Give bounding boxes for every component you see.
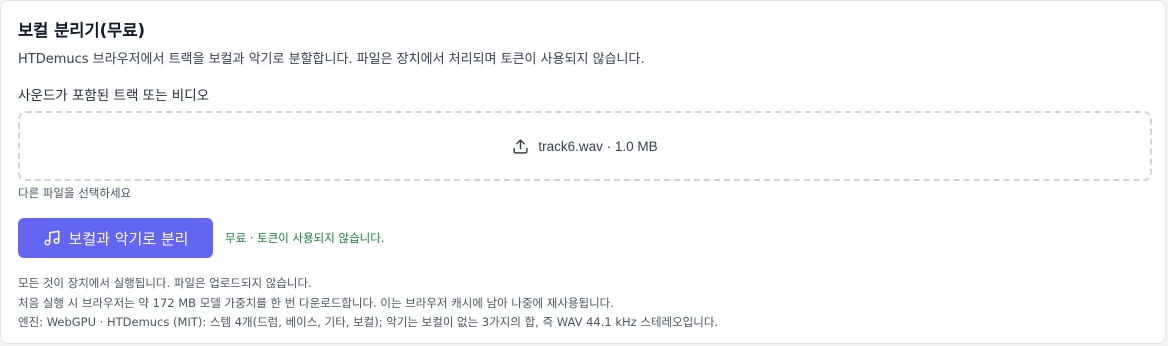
page-title: 보컬 분리기(무료) bbox=[18, 21, 146, 40]
note-local-processing: 모든 것이 장치에서 실행됩니다. 파일은 업로드되지 않습니다. bbox=[18, 276, 312, 290]
file-dropzone[interactable]: track6.wav · 1.0 MB bbox=[18, 111, 1152, 181]
separate-button-label: 보컬과 악기로 분리 bbox=[68, 229, 189, 248]
note-model-download: 처음 실행 시 브라우저는 약 172 MB 모델 가중치를 한 번 다운로드합… bbox=[18, 295, 614, 310]
vocal-separator-card: 보컬 분리기(무료) HTDemucs 브라우저에서 트랙을 보컬과 악기로 분… bbox=[0, 0, 1166, 344]
status-text: 무료 · 토큰이 사용되지 않습니다. bbox=[225, 231, 385, 245]
music-note-icon bbox=[43, 229, 61, 247]
upload-label: 사운드가 포함된 트랙 또는 비디오 bbox=[18, 88, 210, 104]
selected-file-info: track6.wav · 1.0 MB bbox=[538, 138, 658, 154]
note-engine-info: 엔진: WebGPU · HTDemucs (MIT): 스템 4개(드럼, 베… bbox=[18, 315, 719, 329]
dropzone-content: track6.wav · 1.0 MB bbox=[512, 138, 658, 155]
page-description: HTDemucs 브라우저에서 트랙을 보컬과 악기로 분할합니다. 파일은 장… bbox=[18, 52, 645, 67]
footnotes: 모든 것이 장치에서 실행됩니다. 파일은 업로드되지 않습니다. 처음 실행 … bbox=[18, 274, 718, 333]
separate-button[interactable]: 보컬과 악기로 분리 bbox=[18, 218, 213, 258]
upload-icon bbox=[512, 138, 529, 155]
choose-another-file-hint: 다른 파일을 선택하세요 bbox=[18, 186, 132, 200]
